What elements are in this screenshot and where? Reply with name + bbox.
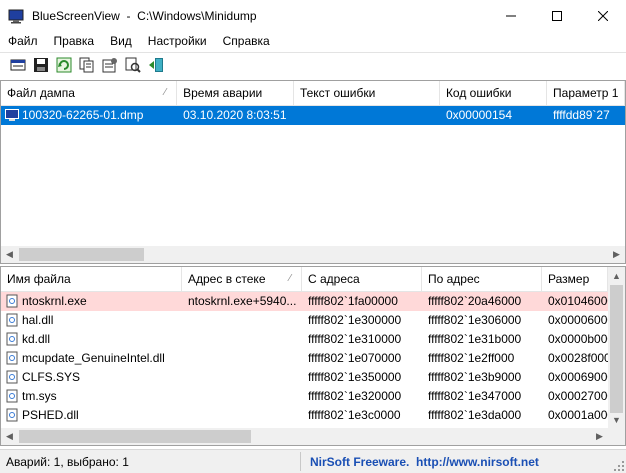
- driver-file-icon: [6, 389, 18, 403]
- options-icon: [10, 59, 26, 71]
- minimize-button[interactable]: [488, 0, 534, 31]
- scrollbar-thumb[interactable]: [19, 248, 144, 261]
- scrollbar-corner: [608, 428, 625, 445]
- crash-list[interactable]: Файл дампа ⁄ Время аварии Текст ошибки Ко…: [0, 80, 626, 264]
- column-size[interactable]: Размер: [542, 267, 608, 291]
- menu-help[interactable]: Справка: [215, 31, 278, 51]
- exit-button[interactable]: [146, 55, 166, 75]
- column-error-code[interactable]: Код ошибки: [440, 81, 548, 105]
- table-row[interactable]: 100320-62265-01.dmp 03.10.2020 8:03:51 0…: [1, 106, 625, 125]
- scroll-up-icon[interactable]: ▲: [608, 267, 625, 284]
- table-row[interactable]: CLFS.SYS fffff802`1e350000 fffff802`1e3b…: [1, 368, 608, 387]
- dump-file-icon: [5, 109, 19, 121]
- table-row[interactable]: mcupdate_GenuineIntel.dll fffff802`1e070…: [1, 349, 608, 368]
- menu-view[interactable]: Вид: [102, 31, 140, 51]
- copy-icon: [79, 57, 94, 73]
- refresh-button[interactable]: [54, 55, 74, 75]
- minimize-icon: [506, 15, 516, 16]
- scroll-down-icon[interactable]: ▼: [608, 411, 625, 428]
- find-button[interactable]: [123, 55, 143, 75]
- horizontal-scrollbar[interactable]: ◀ ▶: [1, 246, 625, 263]
- title-bar: BlueScreenView - C:\Windows\Minidump: [0, 0, 626, 31]
- menu-settings[interactable]: Настройки: [140, 31, 215, 51]
- column-param-1[interactable]: Параметр 1: [547, 81, 625, 105]
- close-button[interactable]: [580, 0, 626, 31]
- menu-edit[interactable]: Правка: [46, 31, 103, 51]
- driver-file-icon: [6, 313, 18, 327]
- options-button[interactable]: [8, 55, 28, 75]
- resize-grip-icon[interactable]: [614, 461, 624, 471]
- copy-button[interactable]: [77, 55, 97, 75]
- crash-list-header: Файл дампа ⁄ Время аварии Текст ошибки Ко…: [1, 81, 625, 106]
- app-icon: [8, 9, 24, 23]
- scrollbar-thumb[interactable]: [610, 285, 623, 413]
- column-error-text[interactable]: Текст ошибки: [294, 81, 440, 105]
- scroll-left-icon[interactable]: ◀: [1, 428, 18, 445]
- sort-arrow-icon: ⁄: [164, 87, 167, 98]
- status-count: Аварий: 1, выбрано: 1: [6, 455, 129, 469]
- nirsoft-link[interactable]: NirSoft Freeware. http://www.nirsoft.net: [310, 455, 539, 469]
- refresh-icon: [56, 57, 72, 73]
- column-file-name[interactable]: Имя файла: [1, 267, 182, 291]
- column-stack-address[interactable]: Адрес в стеке ⁄: [182, 267, 302, 291]
- driver-rows: ntoskrnl.exe ntoskrnl.exe+5940... fffff8…: [1, 292, 608, 425]
- save-button[interactable]: [31, 55, 51, 75]
- horizontal-scrollbar[interactable]: ◀ ▶: [1, 428, 608, 445]
- save-icon: [34, 58, 48, 72]
- status-divider: [300, 452, 301, 471]
- sort-arrow-icon: ⁄: [289, 273, 291, 284]
- properties-icon: [102, 58, 117, 73]
- scroll-left-icon[interactable]: ◀: [1, 246, 18, 263]
- column-crash-time[interactable]: Время аварии: [177, 81, 294, 105]
- driver-file-icon: [6, 332, 18, 346]
- status-bar: Аварий: 1, выбрано: 1 NirSoft Freeware. …: [0, 449, 626, 473]
- menu-bar: Файл Правка Вид Настройки Справка: [0, 31, 626, 51]
- driver-list[interactable]: Имя файла Адрес в стеке ⁄ С адреса По адр…: [0, 266, 626, 446]
- menu-file[interactable]: Файл: [0, 31, 46, 51]
- column-dump-file[interactable]: Файл дампа ⁄: [1, 81, 178, 105]
- maximize-icon: [552, 10, 562, 21]
- scroll-right-icon[interactable]: ▶: [591, 428, 608, 445]
- properties-button[interactable]: [100, 55, 120, 75]
- toolbar: [0, 52, 626, 77]
- table-row[interactable]: tm.sys fffff802`1e320000 fffff802`1e3470…: [1, 387, 608, 406]
- vertical-scrollbar[interactable]: ▲ ▼: [608, 267, 625, 428]
- driver-file-icon: [6, 294, 18, 308]
- driver-list-header: Имя файла Адрес в стеке ⁄ С адреса По адр…: [1, 267, 608, 292]
- window-title: BlueScreenView - C:\Windows\Minidump: [32, 8, 257, 23]
- table-row[interactable]: hal.dll fffff802`1e300000 fffff802`1e306…: [1, 311, 608, 330]
- exit-icon: [149, 58, 163, 72]
- column-from-address[interactable]: С адреса: [302, 267, 422, 291]
- table-row[interactable]: ntoskrnl.exe ntoskrnl.exe+5940... fffff8…: [1, 292, 608, 311]
- driver-file-icon: [6, 370, 18, 384]
- table-row[interactable]: PSHED.dll fffff802`1e3c0000 fffff802`1e3…: [1, 406, 608, 425]
- find-icon: [125, 57, 141, 73]
- driver-file-icon: [6, 408, 18, 422]
- crash-rows: 100320-62265-01.dmp 03.10.2020 8:03:51 0…: [1, 106, 625, 125]
- scrollbar-thumb[interactable]: [19, 430, 251, 443]
- close-icon: [598, 10, 608, 21]
- table-row[interactable]: kd.dll fffff802`1e310000 fffff802`1e31b0…: [1, 330, 608, 349]
- scroll-right-icon[interactable]: ▶: [608, 246, 625, 263]
- driver-file-icon: [6, 351, 18, 365]
- maximize-button[interactable]: [534, 0, 580, 31]
- column-to-address[interactable]: По адрес: [422, 267, 542, 291]
